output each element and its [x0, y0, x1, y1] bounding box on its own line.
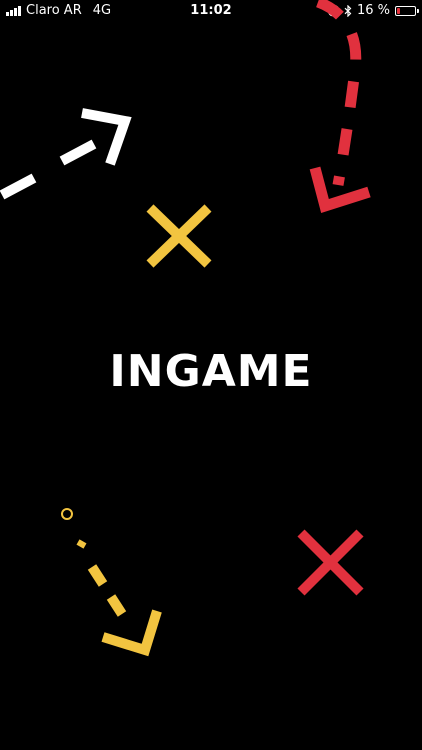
yellow-cross-marker	[146, 204, 212, 268]
red-cross-marker	[297, 529, 364, 596]
white-dashed-arrow	[0, 108, 132, 200]
yellow-dashed-arrow	[61, 508, 162, 657]
red-dashed-arrow	[309, 0, 371, 213]
splash-title: INGAME	[109, 346, 313, 397]
